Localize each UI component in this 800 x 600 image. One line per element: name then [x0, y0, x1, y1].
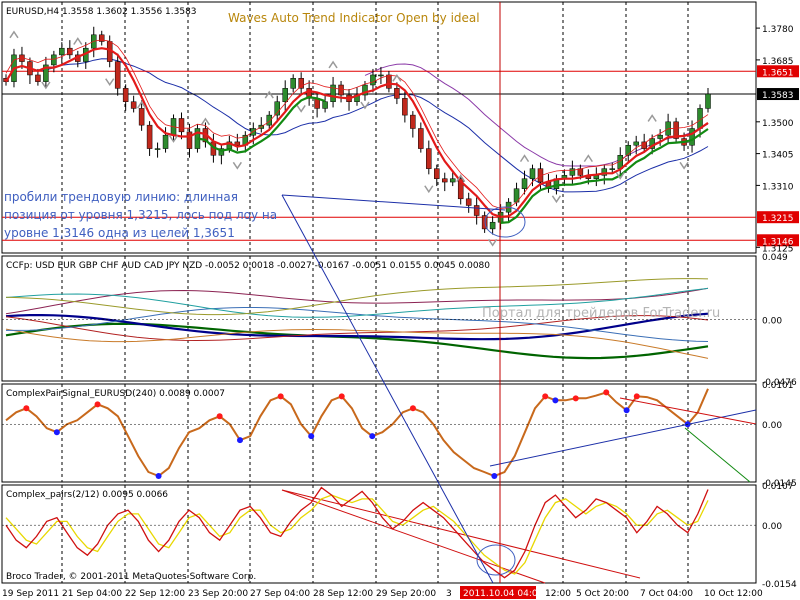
signal-trough-dot — [237, 437, 243, 444]
signal-trough-dot — [155, 473, 162, 480]
x-tick-label: 2011.10.04 04:00 — [463, 589, 544, 599]
candle-body — [386, 74, 392, 89]
pairs-legend: Complex_pairs(2/12) 0.0095 0.0066 — [6, 490, 168, 500]
signal-peak-dot — [603, 389, 610, 396]
x-tick-label: 29 Sep 20:00 — [376, 589, 436, 599]
signal-trough-dot — [308, 433, 315, 440]
candle-body — [59, 47, 65, 56]
candle-body — [689, 128, 695, 146]
y-tick-label: 0.0101 — [762, 381, 794, 391]
candle-body — [633, 141, 639, 146]
y-tick-label: 0.00 — [762, 522, 782, 532]
x-tick-label: 22 Sep 12:00 — [125, 589, 185, 599]
candle-body — [657, 134, 663, 139]
candle-body — [370, 74, 376, 86]
candle-body — [186, 131, 193, 149]
candle-body — [434, 168, 440, 179]
signal-peak-dot — [572, 395, 579, 402]
y-tick-label: 1.3780 — [762, 25, 794, 35]
signal-peak-dot — [94, 401, 101, 408]
candle-body — [122, 88, 129, 102]
candle-body — [641, 141, 647, 149]
x-tick-label: 23 Sep 20:00 — [188, 589, 248, 599]
x-tick-label: 27 Sep 04:00 — [250, 589, 310, 599]
candle-body — [378, 74, 384, 77]
candle-body — [298, 78, 304, 89]
annotation-line-3: уровне 1,3146 одна из целей 1,3651 — [4, 226, 235, 240]
candle-body — [138, 108, 145, 126]
candle-body — [282, 88, 288, 102]
candle-body — [338, 84, 344, 96]
signal-peak-dot — [338, 393, 345, 400]
ccfp-legend: CCFp: USD EUR GBP CHF AUD CAD JPY NZD -0… — [6, 261, 490, 271]
signal-peak-dot — [23, 405, 30, 412]
y-tick-label: 1.3310 — [762, 182, 794, 192]
y-tick-label: 1.3685 — [762, 57, 794, 67]
signal-legend: ComplexPairSignal_EURUSD(240) 0.0089 0.0… — [6, 389, 225, 399]
y-tick-label: 1.3405 — [762, 151, 794, 161]
signal-peak-dot — [409, 405, 416, 412]
x-tick-label: 10 Oct 12:00 — [704, 589, 763, 599]
y-tick-label: 1.3500 — [762, 119, 794, 129]
candle-body — [130, 101, 137, 109]
watermark: Портал для трейдеров ForTrader.ru — [482, 306, 720, 321]
signal-peak-dot — [542, 393, 549, 400]
candle-body — [114, 61, 121, 89]
candle-body — [35, 74, 41, 82]
candle-body — [529, 168, 536, 179]
candle-body — [473, 205, 480, 216]
candle-body — [449, 178, 456, 183]
symbol-header: EURUSD,H4 1.3558 1.3602 1.3556 1.3583 — [6, 7, 197, 17]
annotation-line-1: пробили трендовую линию: длинная — [4, 190, 238, 204]
chart-background — [0, 0, 800, 600]
x-tick-label: 12:00 — [545, 589, 571, 599]
annotation-line-2: позиция от уровня 1,3215, лось под лоу н… — [4, 208, 277, 222]
y-tick-label: -0.0154 — [762, 580, 797, 590]
candle-body — [418, 128, 424, 149]
candle-body — [465, 198, 472, 206]
y-tick-label: 0.00 — [762, 421, 782, 431]
x-tick-label: 21 Sep 04:00 — [62, 589, 122, 599]
candle-body — [521, 178, 528, 189]
x-tick-label: 28 Sep 12:00 — [313, 589, 373, 599]
signal-trough-dot — [53, 429, 60, 436]
candle-body — [394, 88, 400, 99]
chart-canvas[interactable]: EURUSD,H4 1.3558 1.3602 1.3556 1.3583 Wa… — [0, 0, 800, 600]
candle-body — [146, 124, 153, 149]
x-tick-label: 7 Oct 04:00 — [640, 589, 693, 599]
y-tick-label: 0.00 — [762, 316, 782, 326]
signal-trough-dot — [369, 433, 376, 440]
candle-body — [154, 148, 161, 150]
level-label: 1.3651 — [762, 68, 794, 78]
candle-body — [705, 93, 711, 109]
candle-body — [410, 114, 416, 129]
candle-body — [426, 148, 432, 169]
candle-body — [322, 101, 328, 109]
y-tick-label: 0.0107 — [762, 482, 794, 492]
signal-trough-dot — [623, 407, 630, 414]
y-tick-label: 0.049 — [762, 253, 788, 263]
candle-body — [442, 178, 448, 183]
signal-peak-dot — [216, 413, 223, 420]
candle-body — [178, 118, 185, 133]
x-tick-label: 5 Oct 20:00 — [576, 589, 629, 599]
level-label: 1.3583 — [762, 91, 794, 101]
candle-body — [162, 134, 169, 149]
x-tick-label: 19 Sep 2011 — [2, 589, 59, 599]
mt4-chart-window: EURUSD,H4 1.3558 1.3602 1.3556 1.3583 Wa… — [0, 0, 800, 600]
candle-body — [402, 98, 408, 116]
signal-peak-dot — [277, 393, 284, 400]
level-label: 1.3215 — [762, 214, 794, 224]
copyright: Broco Trader, © 2001-2011 MetaQuotes Sof… — [6, 572, 256, 582]
signal-peak-dot — [633, 393, 640, 400]
candle-body — [51, 54, 57, 66]
candle-body — [609, 168, 616, 170]
signal-trough-dot — [491, 473, 498, 480]
signal-trough-dot — [552, 397, 559, 404]
candle-body — [290, 78, 296, 89]
candle-body — [489, 221, 496, 230]
x-tick-label: 3 — [446, 589, 452, 599]
indicator-title: Waves Auto Trend Indicator Open by ideal — [228, 11, 480, 25]
